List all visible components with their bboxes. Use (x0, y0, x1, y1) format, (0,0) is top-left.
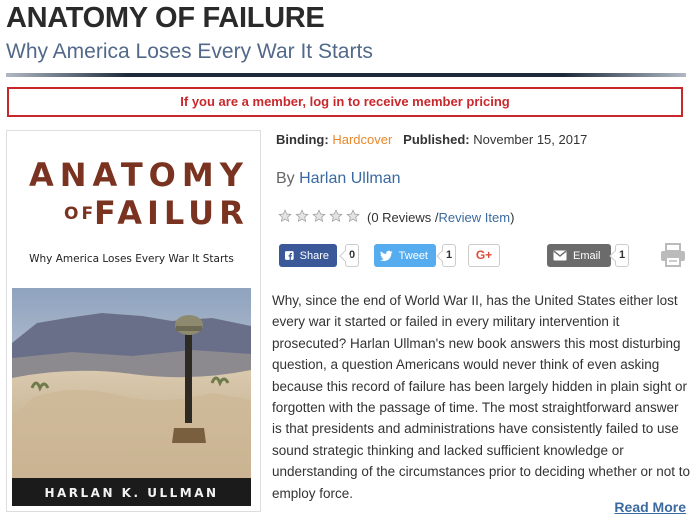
star-icon (312, 209, 326, 222)
cover-subtitle: Why America Loses Every War It Starts (29, 253, 234, 265)
facebook-icon (285, 251, 294, 260)
review-item-link[interactable]: Review Item (439, 210, 511, 225)
star-icon (278, 209, 292, 222)
read-more-link[interactable]: Read More (614, 499, 686, 515)
author-line: By Harlan Ullman (276, 170, 401, 188)
book-description: Why, since the end of World War II, has … (272, 293, 690, 501)
cover-title-of: OF (64, 204, 96, 224)
cover-author: HARLAN K. ULLMAN (44, 486, 218, 500)
star-icon (346, 209, 360, 222)
email-share-label: Email (573, 249, 601, 262)
binding-published-line: Binding: Hardcover Published: November 1… (276, 132, 686, 147)
twitter-bird-icon (380, 250, 393, 261)
facebook-share-label: Share (299, 249, 329, 262)
share-bar: Share 0 Tweet 1 G+ Email 1 (279, 244, 689, 270)
twitter-tweet-label: Tweet (398, 249, 428, 262)
header-divider (6, 73, 686, 77)
reviews-close-paren: ) (510, 210, 515, 225)
rating-stars[interactable] (278, 209, 363, 226)
google-plus-button[interactable]: G+ (468, 244, 500, 267)
binding-value: Hardcover (332, 132, 393, 147)
cover-title-line1: ANATOMY (29, 156, 249, 194)
rating-row: (0 Reviews / Review Item ) (278, 209, 514, 226)
by-label: By (276, 170, 295, 187)
published-label: Published: (403, 132, 470, 147)
email-share-count: 1 (615, 244, 630, 267)
twitter-tweet-count: 1 (442, 244, 457, 267)
facebook-share-button[interactable]: Share (279, 244, 337, 267)
page-subtitle: Why America Loses Every War It Starts (6, 40, 373, 63)
member-pricing-notice[interactable]: If you are a member, log in to receive m… (7, 87, 683, 117)
book-cover-image[interactable]: ANATOMY OF FAILURE Why America Loses Eve… (12, 138, 251, 506)
page-title: ANATOMY OF FAILURE (6, 2, 325, 34)
author-link[interactable]: Harlan Ullman (299, 170, 400, 187)
reviews-count-text: (0 Reviews / (367, 210, 439, 225)
star-icon (295, 209, 309, 222)
member-pricing-text: If you are a member, log in to receive m… (180, 94, 510, 109)
binding-label: Binding: (276, 132, 329, 147)
twitter-tweet-button[interactable]: Tweet (374, 244, 436, 267)
email-share-button[interactable]: Email (547, 244, 611, 267)
product-details: Binding: Hardcover Published: November 1… (276, 132, 686, 147)
cover-title-line2: FAILURE (94, 194, 251, 232)
facebook-share-count: 0 (345, 244, 360, 267)
envelope-icon (553, 250, 567, 261)
published-value: November 15, 2017 (473, 132, 588, 147)
print-icon[interactable] (660, 243, 686, 272)
star-icon (329, 209, 343, 222)
